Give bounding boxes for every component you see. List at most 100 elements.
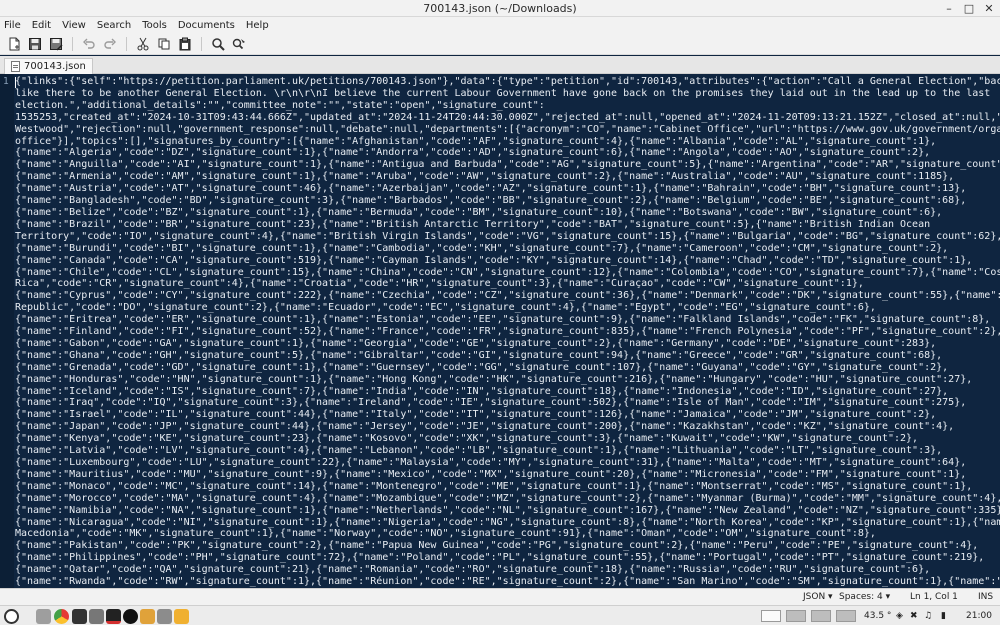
app-icon[interactable] [174,609,189,624]
app-icon[interactable] [123,609,138,624]
code-line[interactable]: {"name":"Algeria","code":"DZ","signature… [15,147,1000,159]
menu-tools[interactable]: Tools [141,20,168,31]
new-file-button[interactable] [5,35,23,53]
redo-button[interactable] [101,35,119,53]
clock: 21:00 [966,611,992,621]
code-line[interactable]: {"name":"Japan","code":"JP","signature_c… [15,421,1000,433]
search-button[interactable] [209,35,227,53]
replace-button[interactable] [230,35,248,53]
document-tab[interactable]: 700143.json [4,58,93,74]
temperature-readout: 43.5 ° [864,611,892,621]
app-icon[interactable] [106,609,121,624]
code-line[interactable]: {"name":"Iraq","code":"IQ","signature_co… [15,397,1000,409]
code-line[interactable]: office"}],"topics":[],"signatures_by_cou… [15,136,1000,148]
menu-launcher-icon[interactable] [4,609,19,624]
toolbar-separator [126,36,127,51]
terminal-icon[interactable] [72,609,87,624]
code-line[interactable]: {"name":"Morocco","code":"MA","signature… [15,493,1000,505]
network-icon[interactable]: ◈ [896,611,903,621]
code-line[interactable]: Rica","code":"CR","signature_count":4},{… [15,278,1000,290]
code-line[interactable]: {"name":"Armenia","code":"AM","signature… [15,171,1000,183]
cut-button[interactable] [134,35,152,53]
code-line[interactable]: {"name":"Rwanda","code":"RW","signature_… [15,576,1000,588]
code-line[interactable]: {"name":"Gabon","code":"GA","signature_c… [15,338,1000,350]
insert-mode: INS [978,592,994,602]
code-line[interactable]: {"name":"Philippines","code":"PH","signa… [15,552,1000,564]
cut-icon [137,37,149,50]
app-icon[interactable] [157,609,172,624]
save-as-button[interactable] [47,35,65,53]
menu-help[interactable]: Help [245,20,270,31]
code-line[interactable]: {"name":"Belize","code":"BZ","signature_… [15,207,1000,219]
code-line[interactable]: election.","additional_details":"","comm… [15,100,1000,112]
code-line[interactable]: {"name":"Anguilla","code":"AI","signatur… [15,159,1000,171]
cursor-position: Ln 1, Col 1 [910,592,958,602]
code-line[interactable]: Macedonia","code":"MK","signature_count"… [15,528,1000,540]
battery-icon[interactable]: ▮ [941,611,946,621]
code-line[interactable]: {"name":"Iceland","code":"IS","signature… [15,386,1000,398]
code-line[interactable]: {"name":"Eritrea","code":"ER","signature… [15,314,1000,326]
code-line[interactable]: Westwood","rejection":null,"government_r… [15,124,1000,136]
close-icon[interactable]: ✕ [982,1,996,15]
save-button[interactable] [26,35,44,53]
copy-icon [158,38,170,49]
code-line[interactable]: {"name":"Latvia","code":"LV","signature_… [15,445,1000,457]
code-line[interactable]: {"name":"Honduras","code":"HN","signatur… [15,374,1000,386]
code-line[interactable]: like there to be another General Electio… [15,88,1000,100]
bluetooth-icon[interactable]: ✖ [910,611,918,621]
syntax-label: JSON [803,592,826,602]
save-icon [29,37,41,50]
toolbar-separator [72,36,73,51]
code-line[interactable]: {"name":"Kenya","code":"KE","signature_c… [15,433,1000,445]
code-line[interactable]: {"name":"Austria","code":"AT","signature… [15,183,1000,195]
editor-pane[interactable]: 1 {"links":{"self":"https://petition.par… [0,74,1000,588]
code-line[interactable]: {"name":"Ghana","code":"GH","signature_c… [15,350,1000,362]
document-icon [11,61,20,72]
app-icon[interactable] [89,609,104,624]
volume-icon[interactable]: ♫ [924,611,932,621]
code-line[interactable]: {"name":"Cyprus","code":"CY","signature_… [15,290,1000,302]
code-line[interactable]: {"name":"Bangladesh","code":"BD","signat… [15,195,1000,207]
indent-selector[interactable]: Spaces: 4 ▾ [839,592,890,602]
file-manager-icon[interactable] [36,609,51,624]
code-line[interactable]: {"name":"Qatar","code":"QA","signature_c… [15,564,1000,576]
minimize-icon[interactable]: – [942,1,956,15]
code-line[interactable]: {"name":"Chile","code":"CL","signature_c… [15,267,1000,279]
code-line[interactable]: Territory","code":"IO","signature_count"… [15,231,1000,243]
code-line[interactable]: {"name":"Namibia","code":"NA","signature… [15,505,1000,517]
menu-view[interactable]: View [61,20,87,31]
code-line[interactable]: {"name":"Monaco","code":"MC","signature_… [15,481,1000,493]
workspace-switcher[interactable] [786,610,806,622]
menu-search[interactable]: Search [96,20,132,31]
workspace-switcher[interactable] [761,610,781,622]
paste-button[interactable] [176,35,194,53]
chrome-icon[interactable] [54,609,69,624]
workspace-switcher[interactable] [836,610,856,622]
code-line[interactable]: {"name":"Pakistan","code":"PK","signatur… [15,540,1000,552]
workspace-switcher[interactable] [811,610,831,622]
code-line[interactable]: {"name":"Grenada","code":"GD","signature… [15,362,1000,374]
code-line[interactable]: {"name":"Brazil","code":"BR","signature_… [15,219,1000,231]
code-line[interactable]: Republic","code":"DO","signature_count":… [15,302,1000,314]
syntax-selector[interactable]: JSON ▾ [803,592,833,602]
code-line[interactable]: {"name":"Finland","code":"FI","signature… [15,326,1000,338]
copy-button[interactable] [155,35,173,53]
menu-edit[interactable]: Edit [31,20,52,31]
document-tab-label: 700143.json [24,61,86,72]
maximize-icon[interactable]: □ [962,1,976,15]
undo-button[interactable] [80,35,98,53]
code-line[interactable]: {"name":"Israel","code":"IL","signature_… [15,409,1000,421]
code-line[interactable]: {"name":"Luxembourg","code":"LU","signat… [15,457,1000,469]
undo-icon [83,38,95,49]
menu-bar: File Edit View Search Tools Documents He… [0,17,1000,33]
code-line[interactable]: {"name":"Nicaragua","code":"NI","signatu… [15,517,1000,529]
text-editor-icon[interactable] [140,609,155,624]
menu-documents[interactable]: Documents [177,20,236,31]
code-line[interactable]: 1535253,"created_at":"2024-10-31T09:43:4… [15,112,1000,124]
code-line[interactable]: {"name":"Mauritius","code":"MU","signatu… [15,469,1000,481]
code-text[interactable]: {"links":{"self":"https://petition.parli… [15,76,1000,588]
code-line[interactable]: {"links":{"self":"https://petition.parli… [15,76,1000,88]
code-line[interactable]: {"name":"Canada","code":"CA","signature_… [15,255,1000,267]
menu-file[interactable]: File [3,20,22,31]
code-line[interactable]: {"name":"Burundi","code":"BI","signature… [15,243,1000,255]
